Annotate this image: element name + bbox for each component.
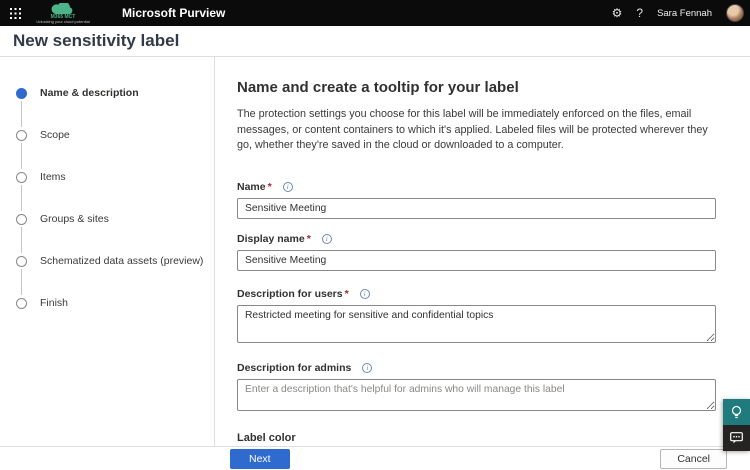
name-input[interactable] [237,198,716,219]
step-label: Schematized data assets (preview) [40,255,203,267]
org-logo: M365 MCT Unlocking your cloud potential [30,0,96,26]
section-heading: Name and create a tooltip for your label [237,79,715,96]
topbar-right: ⚙ ? Sara Fennah [612,0,750,26]
help-question-icon[interactable]: ? [636,7,643,19]
info-icon[interactable]: i [283,182,293,192]
step-dot [16,130,27,141]
settings-gear-icon[interactable]: ⚙ [612,7,623,19]
description-users-textarea[interactable]: Restricted meeting for sensitive and con… [237,305,716,343]
step-scope[interactable]: Scope [16,129,214,141]
step-connector [21,143,22,169]
step-dot [16,214,27,225]
feedback-chat-button[interactable] [723,425,750,451]
user-name: Sara Fennah [657,8,712,19]
info-icon[interactable]: i [322,234,332,244]
step-label: Name & description [40,87,139,99]
app-title: Microsoft Purview [122,6,225,20]
step-schematized-data-assets[interactable]: Schematized data assets (preview) [16,255,214,267]
wizard-footer: Next Cancel [0,446,750,470]
description-admins-label: Description for admins [237,362,351,374]
page-header: New sensitivity label [0,26,750,56]
help-bulb-button[interactable] [723,399,750,425]
section-intro: The protection settings you choose for t… [237,107,716,154]
display-name-label: Display name* [237,233,311,245]
step-connector [21,269,22,295]
step-connector [21,185,22,211]
user-avatar[interactable] [726,4,744,22]
chat-icon [730,432,743,444]
info-icon[interactable]: i [362,363,372,373]
app-launcher-waffle-icon[interactable] [0,0,30,26]
label-color-heading: Label color [237,432,716,444]
step-label: Items [40,171,66,183]
step-name-description[interactable]: Name & description [16,87,214,99]
display-name-field-group: Display name* i [237,233,716,271]
name-label: Name* [237,181,272,193]
page-title: New sensitivity label [13,31,179,51]
waffle-icon [10,8,21,19]
wizard-stepper: Name & description Scope Items Groups & … [0,57,215,446]
display-name-input[interactable] [237,250,716,271]
info-icon[interactable]: i [360,289,370,299]
description-admins-field-group: Description for admins i [237,362,716,416]
cancel-button[interactable]: Cancel [660,449,727,469]
topbar: M365 MCT Unlocking your cloud potential … [0,0,750,26]
name-field-group: Name* i [237,181,716,219]
display-name-label-row: Display name* i [237,233,716,245]
description-admins-textarea[interactable] [237,379,716,411]
org-logo-tagline: Unlocking your cloud potential [36,20,89,24]
step-finish[interactable]: Finish [16,297,214,309]
floating-button-stack [723,399,750,451]
main-content: Name and create a tooltip for your label… [215,57,715,446]
step-dot [16,256,27,267]
description-users-field-group: Description for users* i Restricted meet… [237,288,716,348]
step-dot-active [16,88,27,99]
step-label: Groups & sites [40,213,109,225]
step-dot [16,298,27,309]
step-connector [21,227,22,253]
description-users-label: Description for users* [237,288,349,300]
description-admins-label-row: Description for admins i [237,362,716,374]
step-items[interactable]: Items [16,171,214,183]
content-row: Name & description Scope Items Groups & … [0,56,750,446]
description-users-label-row: Description for users* i [237,288,716,300]
name-label-row: Name* i [237,181,716,193]
step-dot [16,172,27,183]
lightbulb-icon [730,405,743,420]
step-label: Finish [40,297,68,309]
cloud-logo-icon [51,3,75,14]
step-groups-sites[interactable]: Groups & sites [16,213,214,225]
next-button[interactable]: Next [230,449,290,469]
step-label: Scope [40,129,70,141]
step-connector [21,101,22,127]
